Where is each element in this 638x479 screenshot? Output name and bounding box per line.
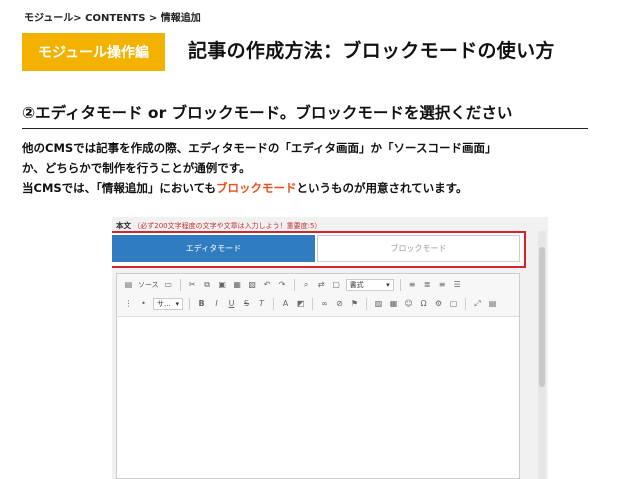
source-button[interactable]: ソース (138, 280, 159, 290)
paste-text-icon[interactable]: ▦ (232, 278, 243, 291)
align-right-icon[interactable]: ≡ (437, 278, 448, 291)
toolbar-separator (179, 278, 181, 291)
editor-toolbar: ▤ ソース ▭ ✂ ⧉ ▣ ▦ ▧ ↶ ↷ ⌕ ⇄ ▢ 書式 ▾ ≡ ≣ ≡ ☰… (117, 274, 519, 317)
smiley-icon[interactable]: ☺ (403, 297, 414, 310)
bold-icon[interactable]: B (196, 297, 207, 310)
field-label: 本文 (116, 221, 131, 230)
format-select[interactable]: 書式 ▾ (345, 278, 394, 291)
toolbar-separator (465, 297, 466, 310)
paste-word-icon[interactable]: ▧ (247, 278, 258, 291)
scrollbar-thumb[interactable] (539, 247, 545, 387)
toolbar-separator (293, 278, 295, 291)
cut-icon[interactable]: ✂ (187, 278, 198, 291)
body-field-label: 本文 （必ず200文字程度の文字や文章は入力しよう！重要度:5） (116, 220, 321, 231)
underline-icon[interactable]: U (226, 297, 237, 310)
mode-selector-highlight: エディタモード ブロックモード (112, 231, 526, 268)
body-line-3: 当CMSでは、「情報追加」においてもブロックモードというものが用意されています。 (22, 178, 496, 198)
body-line-2: か、どちらかで制作を行うことが通例です。 (22, 161, 251, 175)
preview-icon[interactable]: ▭ (163, 278, 174, 291)
image-icon[interactable]: ▨ (373, 297, 384, 310)
find-icon[interactable]: ⌕ (301, 278, 312, 291)
maximize-icon[interactable]: ⤢ (472, 297, 483, 310)
toolbar-row-1: ▤ ソース ▭ ✂ ⧉ ▣ ▦ ▧ ↶ ↷ ⌕ ⇄ ▢ 書式 ▾ ≡ ≣ ≡ ☰ (123, 278, 463, 291)
body-line-3-pre: 当CMSでは、「情報追加」においても (22, 181, 216, 195)
iframe-icon[interactable]: ▢ (448, 297, 459, 310)
align-center-icon[interactable]: ≣ (422, 278, 433, 291)
font-size-select[interactable]: サ... ▾ (153, 297, 183, 310)
breadcrumb: モジュール> CONTENTS > 情報追加 (24, 13, 201, 24)
tab-editor-mode[interactable]: エディタモード (112, 235, 315, 262)
settings-icon[interactable]: ⚙ (433, 297, 444, 310)
field-hint: （必ず200文字程度の文字や文章は入力しよう！重要度:5） (133, 222, 322, 230)
toolbar-separator (189, 297, 190, 310)
source-icon[interactable]: ▤ (123, 278, 134, 291)
redo-icon[interactable]: ↷ (277, 278, 288, 291)
show-blocks-icon[interactable]: ▤ (487, 297, 498, 310)
paste-icon[interactable]: ▣ (217, 278, 228, 291)
strikethrough-icon[interactable]: S (241, 297, 252, 310)
align-left-icon[interactable]: ≡ (407, 278, 418, 291)
body-text: 他のCMSでは記事を作成の際、エディタモードの「エディタ画面」か「ソースコード画… (22, 138, 496, 198)
toolbar-separator (399, 278, 401, 291)
section-badge: モジュール操作編 (22, 33, 165, 71)
text-color-icon[interactable]: A (280, 297, 291, 310)
toolbar-row-2: ⋮ • サ... ▾ B I U S T A ◩ ∞ ⊘ ⚑ ▨ ▦ ☺ Ω ⚙… (123, 297, 498, 310)
bg-color-icon[interactable]: ◩ (295, 297, 306, 310)
link-icon[interactable]: ∞ (319, 297, 330, 310)
remove-format-icon[interactable]: T (256, 297, 267, 310)
select-all-icon[interactable]: ▢ (331, 278, 342, 291)
subheading-underline (22, 128, 588, 129)
special-char-icon[interactable]: Ω (418, 297, 429, 310)
undo-icon[interactable]: ↶ (262, 278, 273, 291)
body-line-3-post: というものが用意されています。 (296, 181, 468, 195)
rich-text-editor[interactable]: ▤ ソース ▭ ✂ ⧉ ▣ ▦ ▧ ↶ ↷ ⌕ ⇄ ▢ 書式 ▾ ≡ ≣ ≡ ☰… (116, 273, 520, 479)
numbered-list-icon[interactable]: ⋮ (123, 297, 134, 310)
bulleted-list-icon[interactable]: • (138, 297, 149, 310)
body-line-1: 他のCMSでは記事を作成の際、エディタモードの「エディタ画面」か「ソースコード画… (22, 141, 497, 155)
tab-block-mode[interactable]: ブロックモード (317, 235, 520, 262)
cms-editor-screenshot: 本文 （必ず200文字程度の文字や文章は入力しよう！重要度:5） エディタモード… (112, 217, 548, 479)
section-subheading: ②エディタモード or ブロックモード。ブロックモードを選択ください (22, 104, 513, 122)
toolbar-separator (312, 297, 313, 310)
page-title: 記事の作成方法：ブロックモードの使い方 (188, 40, 555, 62)
align-justify-icon[interactable]: ☰ (452, 278, 463, 291)
table-icon[interactable]: ▦ (388, 297, 399, 310)
toolbar-separator (273, 297, 274, 310)
unlink-icon[interactable]: ⊘ (334, 297, 345, 310)
page-scrollbar[interactable] (538, 231, 546, 479)
block-mode-highlight: ブロックモード (216, 181, 297, 195)
replace-icon[interactable]: ⇄ (316, 278, 327, 291)
copy-icon[interactable]: ⧉ (202, 278, 213, 291)
anchor-icon[interactable]: ⚑ (349, 297, 360, 310)
italic-icon[interactable]: I (211, 297, 222, 310)
toolbar-separator (366, 297, 367, 310)
